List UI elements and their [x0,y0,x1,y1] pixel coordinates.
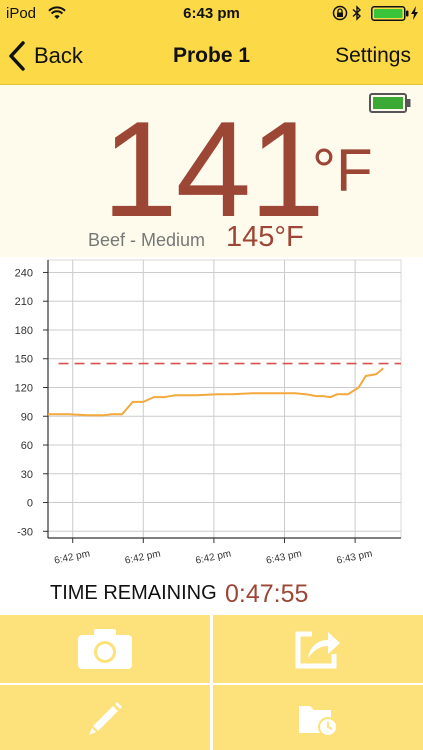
time-remaining-label: TIME REMAINING [50,582,217,604]
folder-timer-icon [299,705,338,737]
x-tick-label: 6:42 pm [53,548,91,566]
y-tick-label: 180 [15,325,33,337]
nav-bar: Back Probe 1 Settings [0,28,423,85]
x-tick-label: 6:42 pm [195,548,233,566]
bluetooth-icon [352,5,362,21]
temperature-unit: °F [312,137,373,204]
status-battery-icon [371,6,409,21]
current-temperature: 141 [102,93,325,245]
x-tick-label: 6:43 pm [336,548,374,566]
settings-button[interactable]: Settings [335,44,411,68]
probe-battery-icon [369,93,411,113]
chevron-left-icon [9,41,25,71]
y-tick-label: 150 [15,354,33,366]
food-doneness-label: Beef - Medium [88,230,206,250]
edit-button[interactable] [0,685,210,750]
y-tick-label: 60 [21,440,33,452]
back-button[interactable]: Back [8,38,83,74]
y-tick-label: 120 [15,382,33,394]
y-tick-label: 0 [27,498,33,510]
y-tick-label: 240 [15,267,33,279]
back-label: Back [34,43,83,68]
history-timer-button[interactable] [213,685,423,750]
temperature-chart: 240 210 180 150 120 90 60 30 0 -30 6:42 pm 6:42 pm 6… [15,259,402,567]
y-tick-label: 210 [15,296,33,308]
camera-button[interactable] [0,615,210,683]
x-tick-label: 6:42 pm [124,548,162,566]
y-tick-label: 90 [21,411,33,423]
y-tick-label: -30 [17,526,33,538]
y-tick-label: 30 [21,469,33,481]
pencil-icon [89,701,122,735]
status-bar: iPod 6:43 pm [0,0,423,28]
target-temperature: 145°F [226,221,304,253]
charging-bolt-icon [411,6,418,20]
x-tick-label: 6:43 pm [265,548,303,566]
rotation-lock-icon [332,5,348,21]
camera-icon [78,629,132,669]
time-remaining-value: 0:47:55 [225,580,309,608]
temperature-panel: 141 °F Beef - Medium 145°F [0,85,423,257]
share-button[interactable] [213,615,423,683]
share-icon [295,631,340,669]
